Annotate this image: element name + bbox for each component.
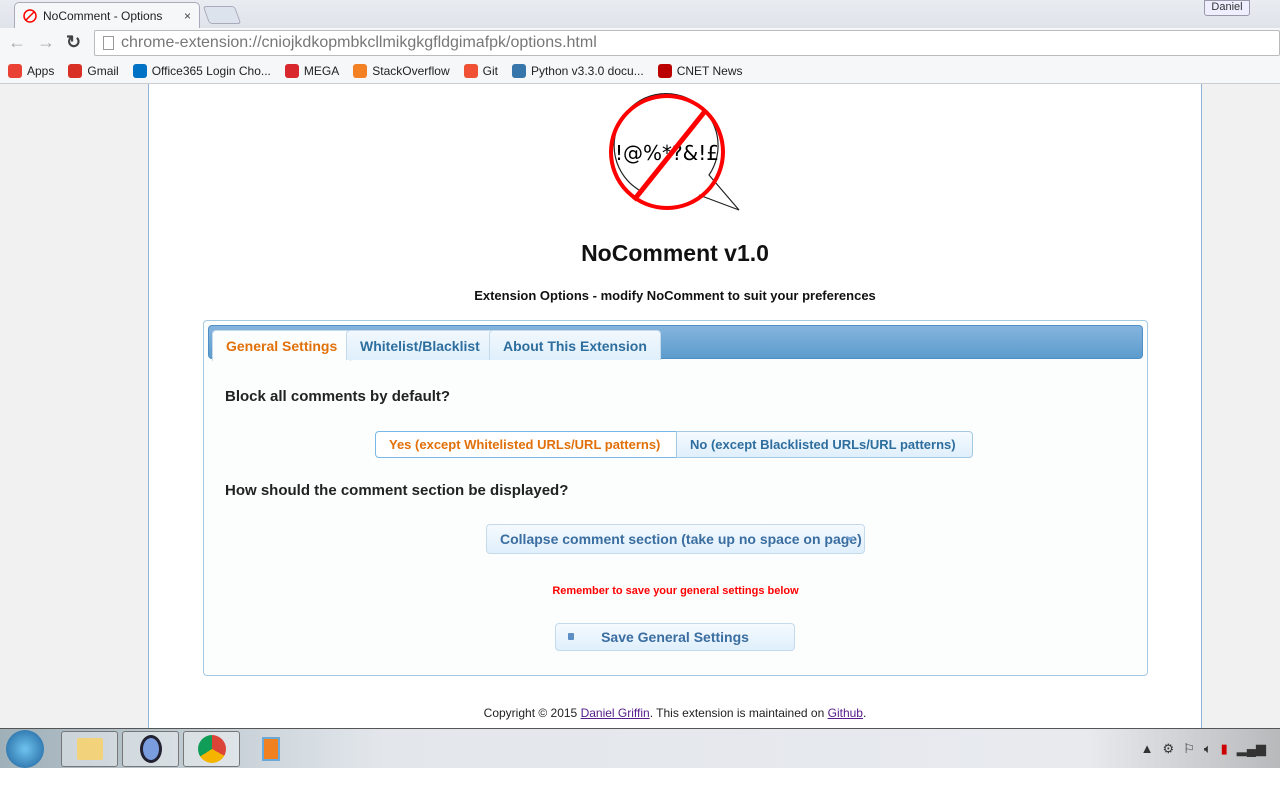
chevron-down-icon <box>846 537 854 545</box>
page-subtitle: Extension Options - modify NoComment to … <box>474 288 876 303</box>
page-background: !@%*?&!£ NoComment v1.0 Extension Option… <box>0 84 1280 728</box>
power-icon[interactable]: ▮ <box>1221 741 1228 757</box>
display-question: How should the comment section be displa… <box>225 482 569 499</box>
tab-title: NoComment - Options <box>43 8 163 23</box>
bookmark-apps[interactable]: Apps <box>8 63 55 78</box>
page-icon <box>103 36 114 50</box>
bookmark-mega[interactable]: MEGA <box>284 63 340 78</box>
footer-period: . <box>862 706 867 720</box>
url-text: chrome-extension://cniojkdkopmbkcllmikgk… <box>121 34 597 51</box>
signal-icon[interactable]: ▂▄▆ <box>1237 741 1266 757</box>
apps-grid-icon <box>8 63 22 78</box>
user-profile-button[interactable]: Daniel <box>1204 0 1250 16</box>
lock-icon <box>568 633 574 640</box>
new-tab-button[interactable] <box>202 6 242 24</box>
settings-panel: General Settings Whitelist/Blacklist Abo… <box>203 320 1148 676</box>
block-default-question: Block all comments by default? <box>225 388 451 405</box>
git-icon <box>463 63 478 78</box>
show-hidden-icon[interactable]: ▲ <box>1141 741 1154 757</box>
bookmark-label: Python v3.3.0 docu... <box>530 63 644 78</box>
taskbar: ▲ ⚙ ⚐ 🔈︎ ▮ ▂▄▆ <box>0 728 1280 768</box>
copyright-text: Copyright © 2015 <box>483 706 581 720</box>
bookmark-label: Gmail <box>87 63 119 78</box>
python-icon <box>511 63 526 78</box>
author-link[interactable]: Daniel Griffin <box>581 706 650 720</box>
reload-icon[interactable]: ↻ <box>66 32 81 53</box>
close-tab-icon[interactable]: × <box>184 9 191 23</box>
mega-icon <box>284 63 299 78</box>
tab-whitelist-blacklist[interactable]: Whitelist/Blacklist <box>346 330 494 360</box>
bookmark-label: MEGA <box>303 63 340 78</box>
back-icon[interactable]: ← <box>8 32 26 53</box>
display-mode-value: Collapse comment section (take up no spa… <box>500 531 862 547</box>
github-link[interactable]: Github <box>828 706 863 720</box>
footer: Copyright © 2015 Daniel Griffin. This ex… <box>149 706 1201 720</box>
bookmark-label: Git <box>482 63 498 78</box>
keepass-icon[interactable] <box>122 731 179 767</box>
windows-start-button[interactable] <box>6 730 44 768</box>
bookmark-label: CNET News <box>676 63 743 78</box>
bookmark-label: StackOverflow <box>372 63 450 78</box>
footer-text: . This extension is maintained on <box>649 706 828 720</box>
options-page: !@%*?&!£ NoComment v1.0 Extension Option… <box>148 84 1202 728</box>
bookmark-git[interactable]: Git <box>463 63 498 78</box>
gmail-icon <box>68 63 83 78</box>
windows-explorer-icon[interactable] <box>61 731 118 767</box>
cnet-icon <box>657 63 672 78</box>
display-mode-select[interactable]: Collapse comment section (take up no spa… <box>486 524 865 554</box>
network-sync-icon[interactable]: ⚙ <box>1163 741 1175 757</box>
system-tray: ▲ ⚙ ⚐ 🔈︎ ▮ ▂▄▆ <box>1141 741 1266 757</box>
forward-icon[interactable]: → <box>37 32 55 53</box>
bookmark-cnet[interactable]: CNET News <box>657 63 743 78</box>
bookmark-office365[interactable]: Office365 Login Cho... <box>132 63 271 78</box>
bookmarks-bar: Apps Gmail Office365 Login Cho... MEGA Stack… <box>0 58 1280 84</box>
bookmark-label: Office365 Login Cho... <box>151 63 271 78</box>
address-bar[interactable]: chrome-extension://cniojkdkopmbkcllmikgk… <box>94 30 1280 56</box>
media-player-icon[interactable] <box>262 737 280 761</box>
save-label: Save General Settings <box>601 629 749 645</box>
page-title: NoComment v1.0 <box>581 240 769 266</box>
save-general-settings-button[interactable]: Save General Settings <box>555 623 795 651</box>
nocomment-logo: !@%*?&!£ <box>609 93 740 211</box>
browser-tab[interactable]: NoComment - Options × <box>14 2 200 28</box>
outlook-icon <box>132 63 147 78</box>
nocomment-favicon <box>23 8 37 23</box>
block-yes-option[interactable]: Yes (except Whitelisted URLs/URL pattern… <box>375 431 677 458</box>
tab-strip: General Settings Whitelist/Blacklist Abo… <box>208 325 1143 361</box>
bookmark-python[interactable]: Python v3.3.0 docu... <box>511 63 644 78</box>
stackoverflow-icon <box>353 63 368 78</box>
save-reminder: Remember to save your general settings b… <box>552 585 799 597</box>
bookmark-stackoverflow[interactable]: StackOverflow <box>353 63 450 78</box>
browser-tab-bar: NoComment - Options × Daniel <box>0 0 1280 28</box>
volume-icon[interactable]: 🔈︎ <box>1204 741 1212 757</box>
bookmark-label: Apps <box>27 63 55 78</box>
chrome-icon[interactable] <box>183 731 240 767</box>
block-no-option[interactable]: No (except Blacklisted URLs/URL patterns… <box>676 431 973 458</box>
tab-about[interactable]: About This Extension <box>489 330 661 360</box>
tab-general-settings[interactable]: General Settings <box>212 330 352 361</box>
bookmark-gmail[interactable]: Gmail <box>68 63 119 78</box>
action-center-flag-icon[interactable]: ⚐ <box>1183 741 1195 757</box>
